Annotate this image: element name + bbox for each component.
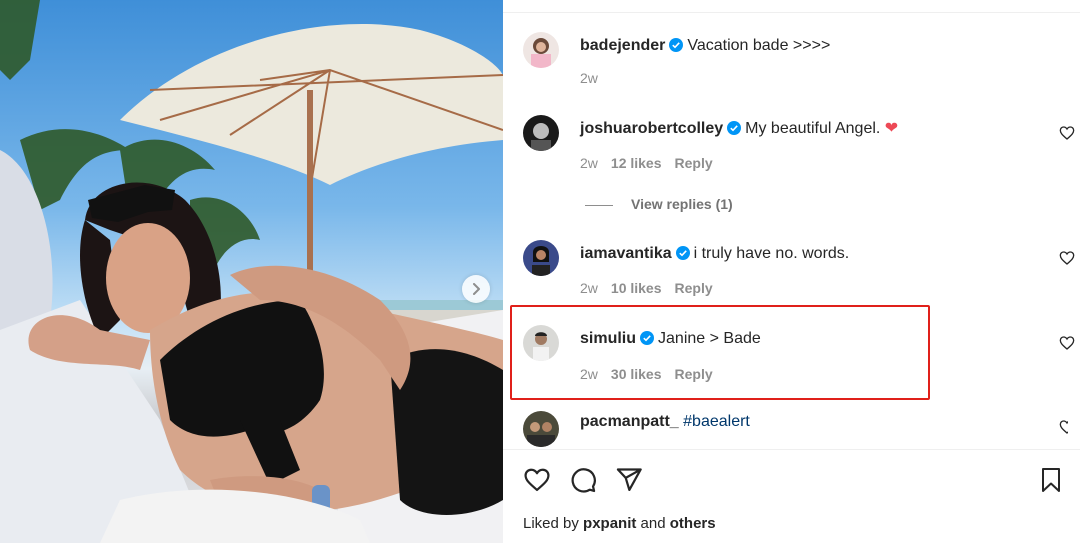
bookmark-icon[interactable]	[1039, 466, 1063, 494]
comment-time: 2w	[580, 155, 598, 171]
verified-icon	[675, 246, 690, 260]
view-replies-button[interactable]: View replies (1)	[585, 196, 733, 212]
comment-username[interactable]: joshuarobertcolley	[580, 120, 723, 137]
next-photo-button[interactable]	[462, 275, 490, 303]
liked-by-others[interactable]: others	[670, 515, 716, 532]
chevron-right-icon	[473, 283, 480, 295]
comment-time: 2w	[580, 70, 598, 86]
divider	[503, 12, 1080, 13]
heart-icon[interactable]	[1059, 250, 1075, 266]
view-replies-label: View replies (1)	[631, 196, 733, 212]
comment-likes[interactable]: 10 likes	[611, 280, 662, 296]
liked-by: Liked by pxpanit and others	[523, 515, 716, 532]
liked-by-user[interactable]: pxpanit	[583, 515, 636, 532]
avatar[interactable]	[523, 115, 559, 151]
divider	[503, 449, 1080, 450]
heart-emoji: ❤	[884, 120, 899, 137]
comment-username[interactable]: pacmanpatt_	[580, 413, 679, 430]
divider	[585, 204, 613, 206]
verified-icon	[669, 38, 684, 52]
post-photo	[0, 0, 503, 543]
liked-by-middle: and	[636, 515, 670, 532]
comment-text: My beautiful Angel.	[745, 120, 885, 137]
comment-time: 2w	[580, 280, 598, 296]
comment-icon[interactable]	[569, 466, 597, 494]
comments-panel: badejender Vacation bade >>>> 2w joshuaro…	[503, 0, 1080, 543]
verified-icon	[727, 121, 742, 135]
reply-button[interactable]: Reply	[675, 155, 713, 171]
comment-username[interactable]: simuliu	[580, 330, 636, 347]
avatar[interactable]	[523, 240, 559, 276]
avatar[interactable]	[523, 411, 559, 447]
comment-text: Janine > Bade	[658, 330, 761, 347]
heart-icon[interactable]	[1059, 335, 1075, 351]
comment-item: pacmanpatt_ #baealert	[523, 411, 1068, 449]
like-heart-icon[interactable]	[523, 466, 551, 494]
comment-text: i truly have no. words.	[693, 245, 850, 262]
comment-time: 2w	[580, 366, 598, 382]
avatar[interactable]	[523, 32, 559, 68]
hashtag-link[interactable]: #baealert	[683, 413, 750, 430]
share-icon[interactable]	[615, 466, 643, 494]
heart-icon[interactable]	[1059, 419, 1068, 435]
comment-username[interactable]: badejender	[580, 37, 665, 54]
reply-button[interactable]: Reply	[675, 366, 713, 382]
comment-likes[interactable]: 30 likes	[611, 366, 662, 382]
comment-text: Vacation bade >>>>	[687, 37, 831, 54]
photo-scene	[0, 0, 503, 543]
highlight-box	[510, 305, 930, 400]
avatar[interactable]	[523, 325, 559, 361]
comment-username[interactable]: iamavantika	[580, 245, 672, 262]
liked-by-prefix: Liked by	[523, 515, 584, 532]
verified-icon	[640, 331, 655, 345]
comment-likes[interactable]: 12 likes	[611, 155, 662, 171]
reply-button[interactable]: Reply	[675, 280, 713, 296]
heart-icon[interactable]	[1059, 125, 1075, 141]
